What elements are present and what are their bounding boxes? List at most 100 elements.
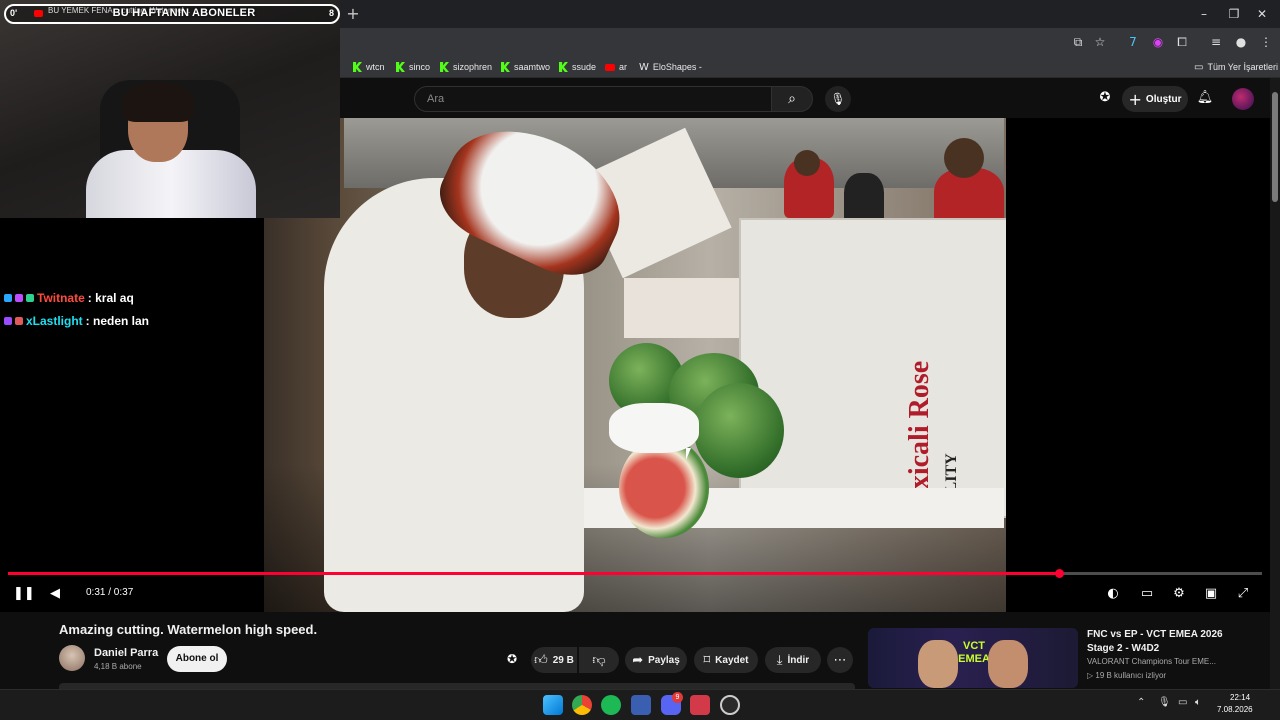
share-button[interactable]: ➦ Paylaş xyxy=(625,647,687,673)
app-icon[interactable] xyxy=(631,695,651,715)
speaker-icon[interactable]: 🔈︎ xyxy=(1195,697,1201,708)
search-input[interactable]: Ara xyxy=(414,86,772,112)
volume-icon: ◀︎ xyxy=(50,586,60,601)
bookmark-sizophren[interactable]: sizophren xyxy=(440,58,492,76)
chat-text: : kral aq xyxy=(87,290,134,305)
streamer-hair xyxy=(122,82,194,122)
tray-overflow-icon[interactable]: ⌃ xyxy=(1137,697,1145,708)
clock-time[interactable]: 22:14 xyxy=(1230,693,1250,702)
video-frame[interactable]: Mexicali Rose QUALITY xyxy=(264,118,1006,612)
profile-icon[interactable]: ● xyxy=(1233,34,1249,50)
windows-start-icon[interactable] xyxy=(543,695,563,715)
clock-date[interactable]: 7.08.2026 xyxy=(1217,705,1253,714)
download-button[interactable]: ⤓ İndir xyxy=(765,647,821,673)
dislike-button[interactable]: 👎︎ xyxy=(579,647,619,673)
save-button[interactable]: ⌑ Kaydet xyxy=(694,647,758,673)
bookmark-sinco[interactable]: sinco xyxy=(396,58,430,76)
subscriber-banner: BU HAFTANIN ABONELER xyxy=(112,7,256,19)
subtitles-icon: ▭ xyxy=(1140,586,1154,601)
suggested-video-channel[interactable]: VALORANT Champions Tour EME... xyxy=(1087,657,1216,666)
theater-mode-button[interactable]: ▣ xyxy=(1202,585,1220,603)
bookmark-label: wtcn xyxy=(366,62,385,72)
bookmark-wtcn[interactable]: wtcn xyxy=(353,58,385,76)
eloshapes-icon: W xyxy=(639,61,649,73)
cardboard-box xyxy=(624,278,744,338)
maximize-button[interactable]: ❐ xyxy=(1224,5,1244,23)
bookmark-label: sinco xyxy=(409,62,431,72)
suggested-video-title[interactable]: FNC vs EP - VCT EMEA 2026 Stage 2 - W4D2 xyxy=(1087,628,1237,656)
channel-avatar[interactable] xyxy=(59,645,85,671)
microphone-tray-icon[interactable]: 🎙︎ xyxy=(1158,697,1171,708)
time-display: 0:31 / 0:37 xyxy=(86,587,134,598)
install-app-icon[interactable]: ⧉ xyxy=(1070,34,1086,50)
bookmark-ar[interactable]: ar xyxy=(605,58,627,76)
spotify-icon[interactable] xyxy=(601,695,621,715)
bookmark-saamtwo[interactable]: saamtwo xyxy=(501,58,550,76)
create-button[interactable]: + Oluştur xyxy=(1122,86,1188,112)
stream-chat: Twitnate : kral aq xLastlight : neden la… xyxy=(4,286,264,332)
microphone-icon: 🎙︎ xyxy=(830,92,846,106)
subscribe-button[interactable]: Abone ol xyxy=(167,646,227,672)
close-window-button[interactable]: ✕ xyxy=(1252,5,1272,23)
hype-icon[interactable]: ✪ xyxy=(1096,90,1114,108)
bookmark-icon: ⌑ xyxy=(703,652,711,668)
bookmark-label: EloShapes - xyxy=(652,62,702,72)
chrome-icon[interactable] xyxy=(572,695,592,715)
overlay-right-text: 8 xyxy=(329,8,335,18)
kick-icon xyxy=(353,62,362,72)
theater-icon: ▣ xyxy=(1204,586,1218,601)
suggested-video-thumbnail[interactable]: VCT EMEA xyxy=(868,628,1078,688)
chat-message: xLastlight : neden lan xyxy=(4,309,264,332)
app-icon[interactable] xyxy=(720,695,740,715)
progress-scrubber[interactable] xyxy=(1055,569,1064,578)
pause-button[interactable]: ❚❚ xyxy=(13,585,35,603)
video-title: Amazing cutting. Watermelon high speed. xyxy=(59,622,318,637)
account-avatar[interactable] xyxy=(1232,88,1254,110)
more-actions-button[interactable]: ⋯ xyxy=(827,647,853,673)
kitchen-worker-head xyxy=(794,150,820,176)
vct-logo: VCT EMEA xyxy=(958,640,990,665)
gloved-hand xyxy=(609,403,699,453)
voice-search-button[interactable]: 🎙︎ xyxy=(825,86,851,112)
chat-username: Twitnate xyxy=(37,290,85,305)
thumbs-up-icon: 👍︎ xyxy=(534,652,548,668)
download-label: İndir xyxy=(787,654,810,666)
extension-7tv-icon[interactable]: 7 xyxy=(1125,34,1141,50)
chat-text: : neden lan xyxy=(85,313,150,328)
chat-badge-icon xyxy=(26,293,34,302)
minimize-button[interactable]: – xyxy=(1194,5,1214,23)
bookmark-star-icon[interactable]: ☆ xyxy=(1092,34,1108,50)
discord-notification-badge: 9 xyxy=(672,692,683,703)
kitchen-worker xyxy=(844,173,884,223)
settings-button[interactable]: ⚙ xyxy=(1170,585,1188,603)
browser-menu-icon[interactable]: ⋮ xyxy=(1258,34,1274,50)
app-icon[interactable] xyxy=(690,695,710,715)
network-icon[interactable]: ▭ xyxy=(1178,697,1187,708)
streamer-body xyxy=(86,150,256,218)
suggested-video-viewers: ▷ 19 B kullanıcı izliyor xyxy=(1087,671,1167,680)
like-button[interactable]: 👍︎ 29 B xyxy=(531,647,577,673)
media-controls-icon[interactable]: ≡ xyxy=(1208,34,1224,50)
extension-icon[interactable]: ◉ xyxy=(1150,34,1166,50)
youtube-icon xyxy=(34,10,43,17)
chat-badge-icon xyxy=(15,293,23,302)
all-bookmarks-button[interactable]: ▭ Tüm Yer İşaretleri xyxy=(1194,58,1278,76)
extensions-puzzle-icon[interactable]: ⧠ xyxy=(1174,34,1190,50)
hype-button[interactable]: ✪ xyxy=(503,652,521,670)
save-label: Kaydet xyxy=(715,654,749,666)
bookmark-eloshapes[interactable]: W EloShapes - xyxy=(639,58,702,76)
channel-name[interactable]: Daniel Parra xyxy=(94,647,158,659)
volume-button[interactable]: ◀︎ xyxy=(46,585,64,603)
subtitles-button[interactable]: ▭ xyxy=(1138,585,1156,603)
kitchen-worker-head xyxy=(944,138,984,178)
bookmark-label: ssude xyxy=(572,62,597,72)
kick-icon xyxy=(396,62,405,72)
search-button[interactable]: ⌕ xyxy=(771,86,813,112)
scrollbar-thumb[interactable] xyxy=(1272,92,1278,202)
folder-icon: ▭ xyxy=(1194,61,1204,73)
fullscreen-button[interactable]: ⤢ xyxy=(1234,585,1252,603)
autoplay-toggle[interactable]: ◐ xyxy=(1102,585,1124,603)
bookmark-ssude[interactable]: ssude xyxy=(559,58,596,76)
notifications-bell-icon[interactable]: 🔔︎ xyxy=(1196,90,1214,108)
new-tab-button[interactable]: + xyxy=(344,5,362,23)
